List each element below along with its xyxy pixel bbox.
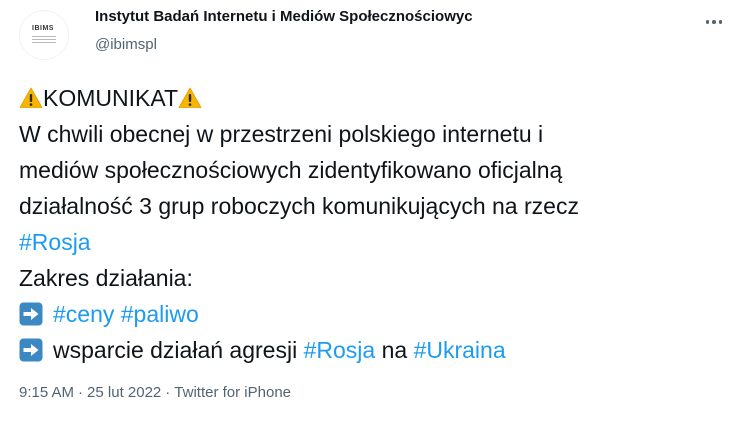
tweet-line-title: KOMUNIKAT <box>19 80 734 116</box>
warning-icon <box>19 87 43 108</box>
tweet-meta: 9:15 AM · 25 lut 2022 · Twitter for iPhone <box>19 384 291 401</box>
tweet-line: mediów społecznościowych zidentyfikowano… <box>19 157 563 183</box>
tweet-line: działalność 3 grup roboczych komunikując… <box>19 193 579 219</box>
meta-separator: · <box>78 384 84 401</box>
tweet-date[interactable]: 25 lut 2022 <box>87 384 161 401</box>
avatar-logo-lines <box>32 36 56 45</box>
tweet-line: W chwili obecnej w przestrzeni polskiego… <box>19 121 544 147</box>
hashtag-ukraina[interactable]: #Ukraina <box>414 337 506 363</box>
warning-icon <box>178 87 202 108</box>
tweet-line: #Rosja <box>19 224 734 260</box>
avatar[interactable]: IBIMS <box>19 10 69 60</box>
support-text: wsparcie działań agresji <box>53 337 298 363</box>
author-display-name[interactable]: Instytut Badań Internetu i Mediów Społec… <box>95 8 473 25</box>
more-options-button[interactable] <box>697 8 731 36</box>
right-arrow-icon <box>19 338 43 362</box>
tweet-time[interactable]: 9:15 AM <box>19 384 74 401</box>
tweet: IBIMS Instytut Badań Internetu i Mediów … <box>0 0 745 421</box>
tweet-line-bullet: wsparcie działań agresji #Rosja na #Ukra… <box>19 332 734 368</box>
tweet-line-scope: Zakres działania: <box>19 265 193 291</box>
tweet-source[interactable]: Twitter for iPhone <box>174 384 291 401</box>
hashtag-rosja[interactable]: #Rosja <box>19 229 91 255</box>
meta-separator: · <box>165 384 171 401</box>
hashtag-ceny[interactable]: #ceny <box>53 301 114 327</box>
tweet-text: KOMUNIKAT W chwili obecnej w przestrzeni… <box>19 80 734 368</box>
author-handle[interactable]: @ibimspl <box>95 36 157 53</box>
na-text: na <box>381 337 408 363</box>
more-icon <box>705 20 710 24</box>
hashtag-rosja[interactable]: #Rosja <box>304 337 376 363</box>
hashtag-paliwo[interactable]: #paliwo <box>121 301 199 327</box>
tweet-title: KOMUNIKAT <box>43 85 179 111</box>
avatar-logo-text: IBIMS <box>32 25 54 32</box>
right-arrow-icon <box>19 302 43 326</box>
tweet-line-bullet: #ceny #paliwo <box>19 296 734 332</box>
